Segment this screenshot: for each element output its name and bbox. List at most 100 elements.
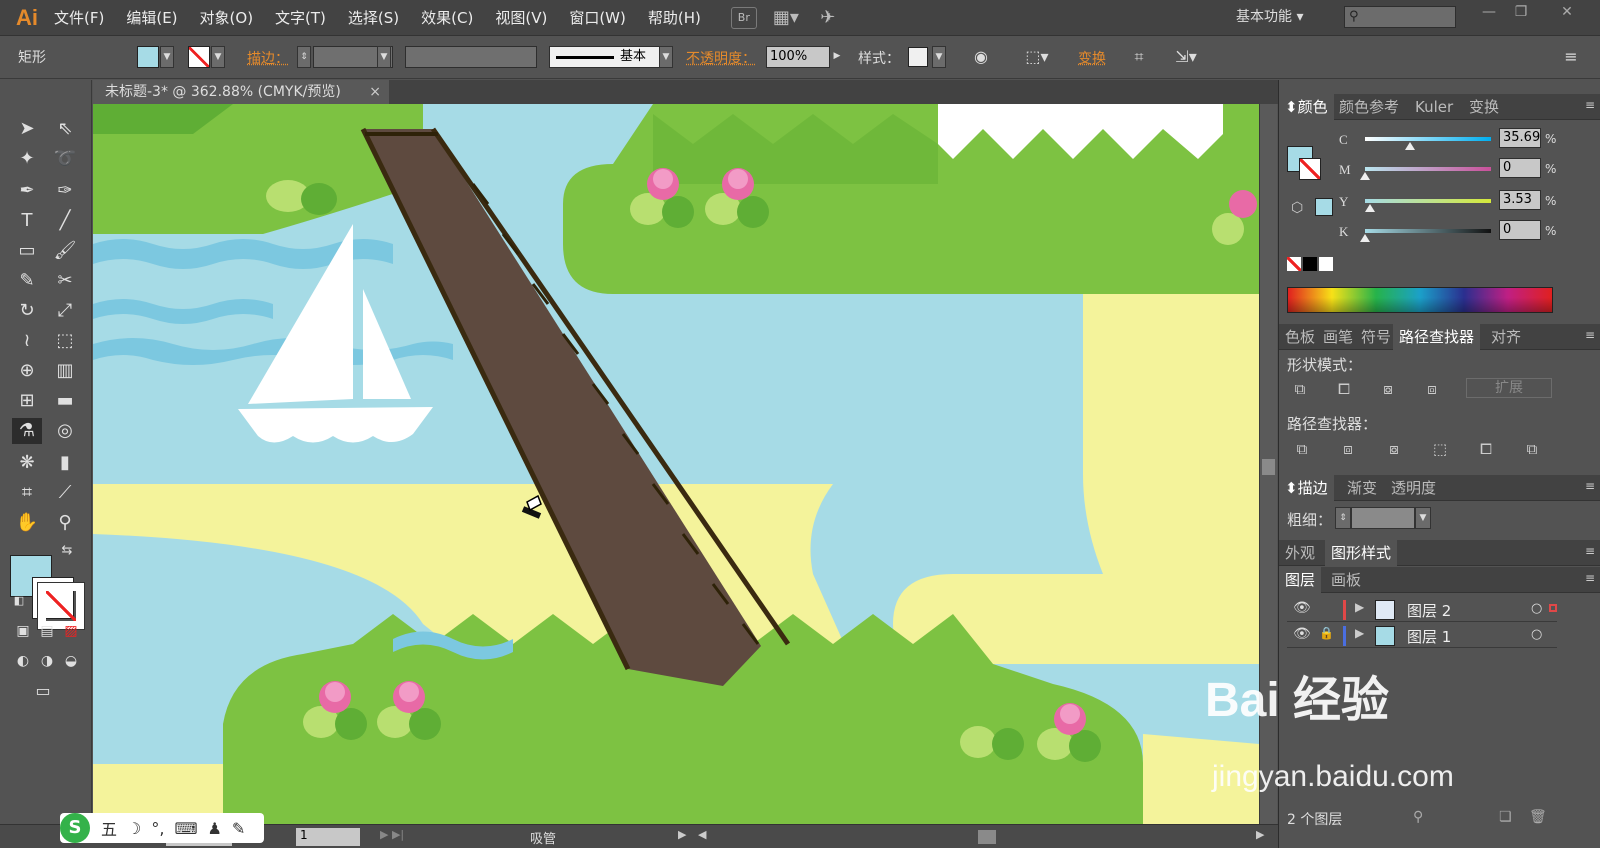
black-input[interactable]: 0: [1499, 220, 1541, 240]
horizontal-scroll-thumb[interactable]: [978, 830, 996, 844]
graphic-style-swatch[interactable]: [908, 47, 928, 67]
artboard-tool-icon[interactable]: ⌗: [12, 480, 42, 506]
workspace-switcher[interactable]: 基本功能 ▾: [1236, 6, 1303, 26]
out-of-gamut-icon[interactable]: ⬡: [1291, 200, 1303, 216]
white-swatch[interactable]: [1319, 257, 1333, 271]
isolate-icon[interactable]: ⌗: [1128, 47, 1150, 67]
black-slider[interactable]: [1365, 229, 1491, 233]
black-thumb[interactable]: [1360, 234, 1370, 242]
stroke-dropdown[interactable]: ▼: [211, 46, 225, 68]
width-tool-icon[interactable]: ≀: [12, 328, 42, 354]
divide-icon[interactable]: ⧉: [1291, 440, 1313, 460]
magic-wand-tool-icon[interactable]: ✦: [12, 146, 42, 172]
panel-menu-icon[interactable]: ≡: [1585, 98, 1595, 112]
panel-menu-icon[interactable]: ≡: [1560, 47, 1582, 67]
stroke-link[interactable]: 描边：: [247, 48, 289, 68]
expand-arrow-icon[interactable]: ▶: [1355, 626, 1364, 640]
perspective-grid-tool-icon[interactable]: ▥: [50, 358, 80, 384]
delete-layer-icon[interactable]: 🗑: [1529, 809, 1547, 825]
expand-button[interactable]: 扩展: [1466, 378, 1552, 398]
restore-icon[interactable]: ❐: [1508, 4, 1534, 24]
magenta-slider[interactable]: [1365, 167, 1491, 171]
minus-back-icon[interactable]: ⧉: [1521, 440, 1543, 460]
tab-kuler[interactable]: Kuler: [1409, 94, 1459, 120]
scroll-right-icon[interactable]: ▶: [1256, 828, 1264, 841]
minimize-icon[interactable]: —: [1476, 4, 1502, 24]
tab-artboards[interactable]: 画板: [1325, 567, 1367, 593]
status-menu-arrow-icon[interactable]: ▶: [678, 828, 686, 841]
layer-name[interactable]: 图层 2: [1407, 600, 1451, 621]
blend-tool-icon[interactable]: ◎: [50, 418, 80, 444]
tab-transparency[interactable]: 透明度: [1385, 475, 1442, 501]
pencil-tool-icon[interactable]: ✎: [12, 268, 42, 294]
trim-icon[interactable]: ⧈: [1337, 440, 1359, 460]
tab-appearance[interactable]: 外观: [1279, 540, 1321, 566]
artboard-nav-icon[interactable]: ▶ ▶|: [380, 828, 404, 841]
panel-menu-icon[interactable]: ≡: [1585, 328, 1595, 342]
transform-options-icon[interactable]: ⇲▾: [1166, 47, 1206, 67]
slice-tool-icon[interactable]: ⟋: [50, 480, 80, 506]
merge-icon[interactable]: ⧇: [1383, 440, 1405, 460]
lasso-tool-icon[interactable]: ➰: [50, 146, 80, 172]
cyan-input[interactable]: 35.69: [1499, 128, 1541, 148]
direct-selection-tool-icon[interactable]: ⇖: [50, 116, 80, 142]
menu-file[interactable]: 文件(F): [54, 7, 104, 28]
panel-menu-icon[interactable]: ≡: [1585, 571, 1595, 585]
variable-width-profile[interactable]: [405, 46, 537, 68]
vertical-scroll-thumb[interactable]: [1262, 459, 1275, 475]
tab-stroke[interactable]: ⬍描边: [1279, 475, 1334, 501]
recolor-icon[interactable]: ◉: [970, 47, 992, 67]
artboard-number-field[interactable]: 1: [296, 828, 360, 846]
menu-help[interactable]: 帮助(H): [648, 7, 701, 28]
new-layer-icon[interactable]: ❏: [1499, 809, 1512, 825]
yellow-slider[interactable]: [1365, 199, 1491, 203]
search-input[interactable]: ⚲: [1344, 6, 1456, 28]
opacity-input[interactable]: 100%: [766, 46, 830, 68]
tab-brushes[interactable]: 画笔: [1317, 324, 1359, 350]
weight-stepper[interactable]: ⇕: [1335, 507, 1351, 529]
opacity-link[interactable]: 不透明度：: [686, 48, 756, 68]
tab-align[interactable]: 对齐: [1485, 324, 1527, 350]
curvature-pen-tool-icon[interactable]: ✑: [50, 178, 80, 204]
arrange-documents-icon[interactable]: ▦▾: [773, 7, 799, 29]
layer-row[interactable]: 👁 ▶ 图层 2 ○: [1287, 598, 1557, 622]
web-safe-swatch[interactable]: [1315, 198, 1333, 216]
column-graph-tool-icon[interactable]: ▮: [50, 450, 80, 476]
gradient-tool-icon[interactable]: ▬: [50, 388, 80, 414]
tab-gradient[interactable]: 渐变: [1341, 475, 1383, 501]
ime-moon-icon[interactable]: ☽: [127, 819, 141, 838]
default-colors-icon[interactable]: ◧: [4, 588, 34, 614]
target-circle-icon[interactable]: ○: [1531, 601, 1542, 616]
stroke-weight-dropdown[interactable]: ▼: [377, 46, 391, 68]
style-dropdown[interactable]: ▼: [932, 46, 946, 68]
sync-settings-icon[interactable]: ✈: [815, 7, 841, 29]
visibility-eye-icon[interactable]: 👁: [1293, 600, 1311, 616]
ime-user-icon[interactable]: ♟: [208, 819, 222, 838]
type-tool-icon[interactable]: T: [12, 208, 42, 234]
free-transform-tool-icon[interactable]: ⬚: [50, 328, 80, 354]
tab-color-guide[interactable]: 颜色参考: [1333, 94, 1405, 120]
pen-tool-icon[interactable]: ✒: [12, 178, 42, 204]
color-spectrum[interactable]: [1287, 287, 1553, 313]
panel-menu-icon[interactable]: ≡: [1585, 479, 1595, 493]
opacity-arrow-icon[interactable]: ▶: [830, 46, 844, 68]
tab-graphic-styles[interactable]: 图形样式: [1325, 540, 1398, 566]
intersect-icon[interactable]: ⧇: [1377, 380, 1399, 400]
yellow-thumb[interactable]: [1365, 204, 1375, 212]
weight-input[interactable]: [1351, 507, 1415, 529]
selection-tool-icon[interactable]: ➤: [12, 116, 42, 142]
artboard-canvas[interactable]: [93, 104, 1259, 824]
bridge-button[interactable]: Br: [730, 6, 757, 29]
lock-icon[interactable]: 🔒: [1319, 626, 1334, 640]
brush-dropdown[interactable]: ▼: [659, 46, 673, 68]
tab-color[interactable]: ⬍颜色: [1279, 94, 1334, 120]
brush-definition-select[interactable]: 基本: [549, 46, 661, 68]
selection-indicator-icon[interactable]: [1549, 604, 1557, 612]
none-swatch[interactable]: [1287, 257, 1301, 271]
eyedropper-tool-icon[interactable]: ⚗: [12, 418, 42, 444]
scissors-tool-icon[interactable]: ✂: [50, 268, 80, 294]
menu-select[interactable]: 选择(S): [348, 7, 399, 28]
stroke-color-box[interactable]: [32, 577, 85, 630]
ime-toolbar[interactable]: S 五 ☽ °, ⌨ ♟ ✎: [60, 813, 264, 843]
none-mode-icon[interactable]: ▨: [56, 618, 86, 644]
